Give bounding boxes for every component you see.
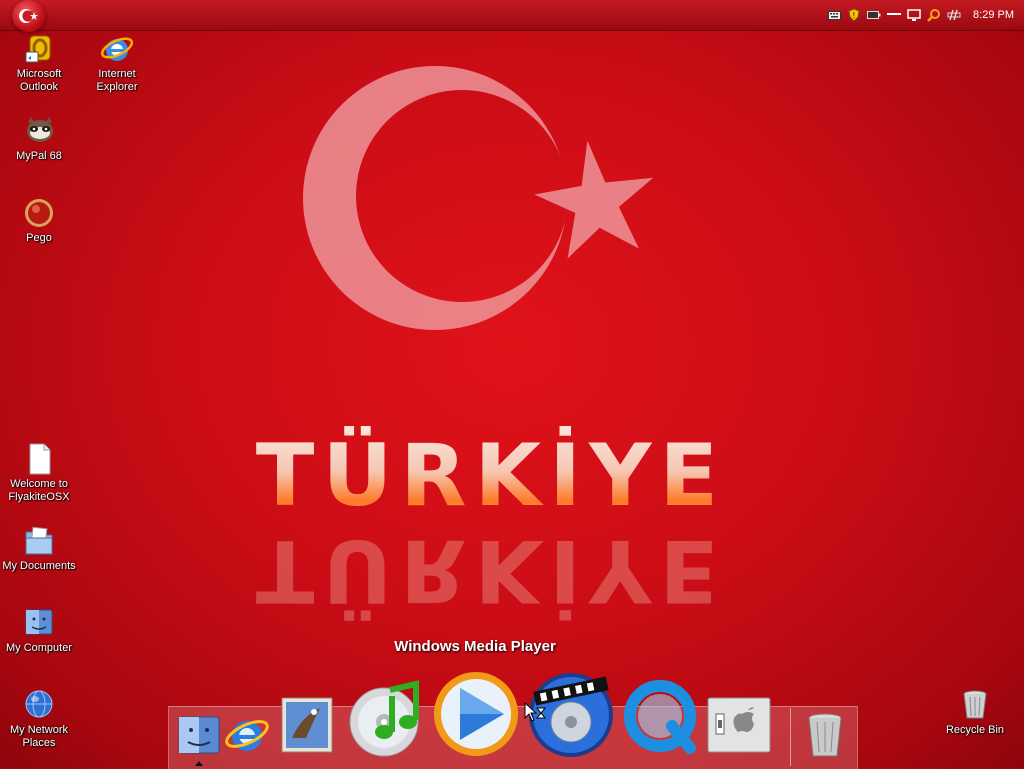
dock-item-itunes[interactable]: [344, 676, 428, 765]
dock-item-quicktime[interactable]: [624, 680, 700, 761]
network-icon[interactable]: [947, 8, 961, 22]
itunes-icon: [349, 680, 419, 757]
desktop-icon-label: My Computer: [5, 642, 73, 654]
mail-icon: [281, 697, 333, 753]
desktop-icon-label: My Documents: [2, 560, 76, 572]
wallpaper-text: TÜRKİYE: [206, 426, 776, 526]
quicktime-icon: [624, 680, 696, 754]
desktop-icon-mypal[interactable]: MyPal 68: [0, 114, 78, 163]
minimize-line-icon[interactable]: [887, 8, 902, 22]
running-indicator: [195, 761, 203, 766]
desktop-icon-outlook[interactable]: Microsoft Outlook: [0, 32, 78, 94]
keyboard-icon[interactable]: [827, 8, 841, 22]
desktop-icon-label: Microsoft Outlook: [16, 68, 62, 93]
monitor-icon[interactable]: [907, 8, 921, 22]
desktop-icon-pego[interactable]: Pego: [0, 196, 78, 245]
desktop-icon-network-places[interactable]: My Network Places: [0, 688, 78, 750]
pego-icon: [22, 196, 56, 230]
finder-icon: [22, 606, 56, 640]
dock-item-trash[interactable]: [804, 712, 846, 765]
desktop-icon-recycle-bin[interactable]: Recycle Bin: [936, 688, 1014, 737]
system-tray: ! 8:29 PM: [827, 0, 1014, 30]
desktop-icon-label: Internet Explorer: [96, 68, 138, 93]
dock-item-internet-explorer[interactable]: [224, 712, 270, 763]
internet-explorer-icon: [100, 32, 134, 66]
wallpaper-crescent-star: [303, 66, 654, 330]
windows-media-player-icon: [434, 672, 518, 756]
desktop-icon-label: Welcome to FlyakiteOSX: [8, 478, 70, 503]
crescent-star-icon: [19, 9, 38, 23]
outlook-icon: [22, 32, 56, 66]
system-preferences-icon: [707, 697, 771, 753]
clock[interactable]: 8:29 PM: [973, 9, 1014, 21]
folder-icon: [22, 524, 56, 558]
battery-icon[interactable]: [867, 8, 881, 22]
desktop-icon-my-computer[interactable]: My Computer: [0, 606, 78, 655]
desktop-icon-internet-explorer[interactable]: Internet Explorer: [78, 32, 156, 94]
dock-separator: [790, 708, 791, 766]
shield-icon[interactable]: !: [847, 8, 861, 22]
dock-hover-label: Windows Media Player: [394, 638, 556, 655]
desktop-icon-my-documents[interactable]: My Documents: [0, 524, 78, 573]
network-globe-icon: [22, 688, 56, 722]
dock-item-windows-media-player[interactable]: [430, 668, 522, 765]
desktop-icon-label: My Network Places: [9, 724, 69, 749]
finder-icon: [178, 716, 220, 754]
svg-text:!: !: [852, 11, 855, 20]
desktop-icon-label: Pego: [26, 232, 52, 244]
dock-item-mail[interactable]: [276, 694, 338, 761]
trash-icon: [808, 713, 842, 757]
mypal-icon: [22, 114, 56, 148]
dock-item-finder[interactable]: [176, 712, 222, 763]
desktop-icon-label: Recycle Bin: [945, 724, 1005, 736]
start-button[interactable]: [12, 0, 46, 32]
internet-explorer-icon: [225, 720, 269, 751]
wallpaper-text-reflection: TÜRKİYE: [255, 520, 727, 620]
menubar: ! 8:29 PM: [0, 0, 1024, 32]
document-icon: [22, 442, 56, 476]
trash-icon: [958, 688, 992, 722]
busy-cursor-icon: [524, 702, 547, 722]
desktop-icon-welcome[interactable]: Welcome to FlyakiteOSX: [0, 442, 78, 504]
desktop-icon-label: MyPal 68: [16, 150, 62, 162]
search-icon[interactable]: [927, 8, 941, 22]
dock-item-system-preferences[interactable]: [706, 696, 772, 759]
